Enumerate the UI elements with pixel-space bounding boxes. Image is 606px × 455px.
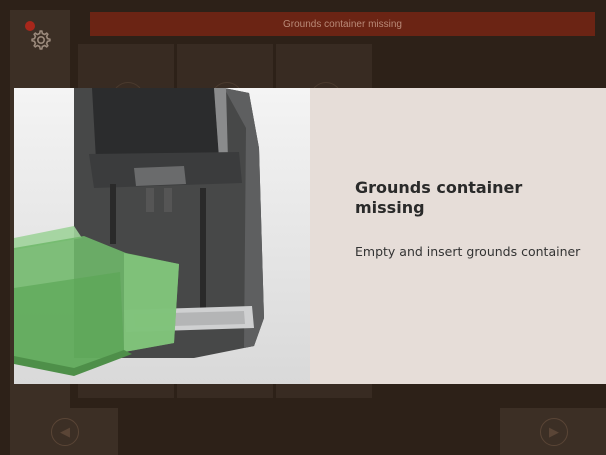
product-tile: [78, 384, 174, 398]
forward-button[interactable]: ▶: [500, 408, 606, 455]
error-dialog: Grounds container missing Empty and inse…: [14, 88, 606, 384]
coffee-machine-illustration: [14, 88, 310, 384]
back-icon: ◀: [51, 418, 79, 446]
product-tile: [78, 44, 174, 101]
dialog-title: Grounds container missing: [355, 178, 523, 217]
status-bar: Grounds container missing: [90, 12, 595, 36]
back-button[interactable]: ◀: [10, 408, 118, 455]
product-tile: [276, 44, 372, 101]
product-tile: [177, 384, 273, 398]
alert-indicator: [25, 21, 35, 31]
product-tile: [177, 44, 273, 101]
dialog-message: Empty and insert grounds container: [355, 244, 581, 259]
product-tile: [276, 384, 372, 398]
forward-icon: ▶: [540, 418, 568, 446]
